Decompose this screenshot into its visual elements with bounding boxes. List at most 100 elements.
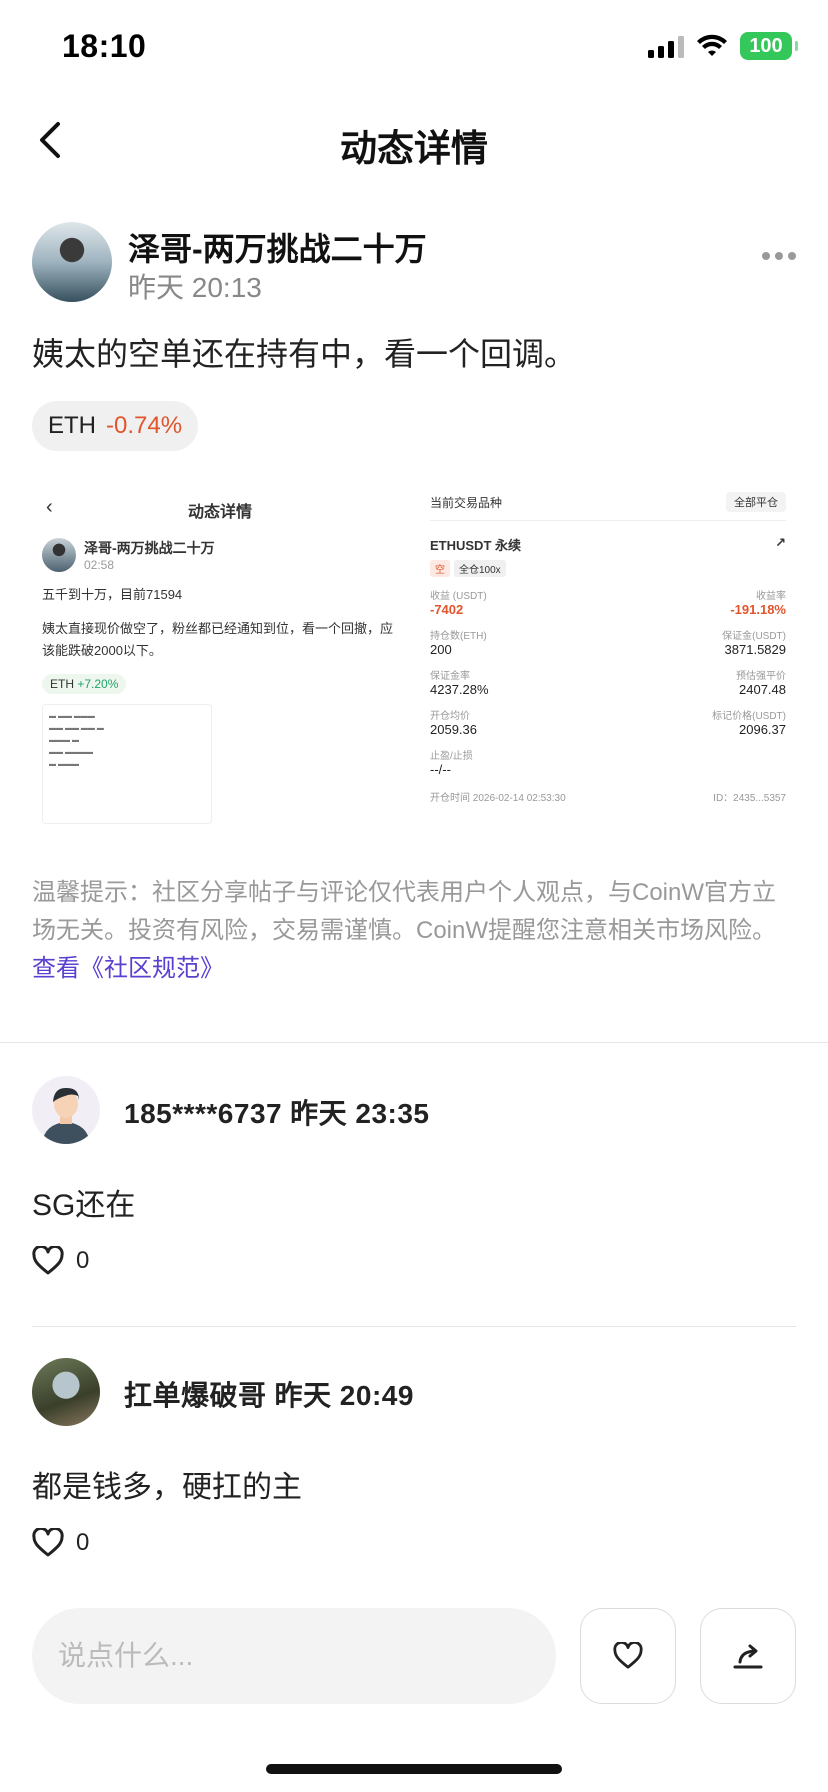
more-dots-icon: [762, 252, 770, 260]
like-post-button[interactable]: [580, 1608, 676, 1704]
coin-tag-symbol: ETH: [48, 411, 96, 439]
image-badges: 空 全仓100x: [430, 560, 786, 577]
author-avatar[interactable]: [32, 222, 112, 302]
share-icon: [733, 1644, 763, 1669]
image-share-icon: ↗: [775, 535, 786, 550]
image-cell: 保证金(USDT) 3871.5829: [608, 627, 786, 657]
heart-icon: [613, 1642, 643, 1669]
more-dot: [788, 252, 796, 260]
coin-tag[interactable]: ETH -0.74%: [32, 400, 199, 451]
heart-icon: [32, 1246, 64, 1275]
image-cell: 标记价格(USDT) 2096.37: [608, 707, 786, 737]
image-position-grid: 收益 (USDT) -7402 收益率 -191.18% 持仓数(ETH) 200 保…: [430, 587, 786, 777]
image-tag-change: +7.20%: [77, 677, 119, 692]
image-cell: 开仓均价 2059.36: [430, 707, 608, 737]
author-name[interactable]: 泽哥-两万挑战二十万: [128, 224, 427, 270]
image-author-name: 泽哥-两万挑战二十万: [84, 540, 215, 556]
image-cell: 止盈/止损 --/--: [430, 747, 608, 777]
comment-item: 185****6737 昨天 23:35 SG还在 0: [32, 1076, 796, 1296]
image-badge-short: 空: [430, 560, 450, 577]
cell-value: 2407.48: [739, 682, 786, 697]
bottom-action-bar: [32, 1608, 796, 1704]
comment-header: 185****6737 昨天 23:35: [124, 1092, 430, 1132]
image-open-time: 开仓时间 2026-02-14 02:53:30: [430, 793, 566, 804]
more-dot: [775, 252, 783, 260]
thumb-line: ▬ ▬▬ ▬▬▬: [49, 713, 95, 721]
user-avatar-icon: [42, 1087, 90, 1144]
image-avatar: [42, 538, 76, 572]
cell-key: 收益率: [756, 591, 786, 602]
image-cell: 预估强平价 2407.48: [608, 667, 786, 697]
image-text-2: 姨太直接现价做空了，粉丝都已经通知到位，看一个回撤，应该能跌破2000以下。: [42, 621, 394, 659]
post-time: 昨天 20:13: [128, 272, 262, 303]
image-author: 泽哥-两万挑战二十万 02:58: [42, 538, 398, 572]
image-cell: 保证金率 4237.28%: [430, 667, 608, 697]
image-tag-coin: ETH: [50, 677, 74, 692]
image-tag: ETH +7.20%: [42, 674, 127, 695]
cell-key: 开仓均价: [430, 711, 470, 722]
comment-time: 昨天 20:49: [274, 1380, 414, 1411]
thumb-line: ▬▬ ▬▬ ▬▬ ▬: [49, 725, 104, 733]
cell-value: -7402: [430, 602, 464, 617]
image-title: 动态详情: [187, 504, 252, 521]
post-author-row: 泽哥-两万挑战二十万 昨天 20:13: [32, 220, 796, 303]
heart-icon: [32, 1528, 64, 1557]
battery-icon: 100: [740, 32, 798, 60]
image-text-1: 五千到十万，目前71594: [42, 587, 183, 602]
share-post-button[interactable]: [700, 1608, 796, 1704]
disclaimer: 温馨提示：社区分享帖子与评论仅代表用户个人观点，与CoinW官方立场无关。投资有…: [32, 874, 796, 988]
home-indicator: [266, 1764, 562, 1774]
status-bar: 18:10 100: [0, 0, 828, 100]
comment-time: 昨天 23:35: [290, 1098, 430, 1129]
nav-bar: 动态详情: [0, 100, 828, 180]
cell-key: 止盈/止损: [430, 751, 473, 762]
page-title: 动态详情: [340, 128, 488, 169]
image-position-header: 当前交易品种 全部平仓: [430, 492, 786, 521]
status-time: 18:10: [62, 28, 147, 64]
comment-text: 都是钱多，硬扛的主: [32, 1471, 302, 1504]
thumb-line: ▬ ▬▬▬: [49, 760, 79, 768]
cell-value: -191.18%: [730, 602, 786, 617]
comment-input[interactable]: [32, 1608, 556, 1704]
comment-like-button[interactable]: 0: [32, 1246, 89, 1276]
comment-like-count: 0: [76, 1529, 90, 1556]
cell-key: 收益 (USDT): [430, 591, 487, 602]
disclaimer-text: 温馨提示：社区分享帖子与评论仅代表用户个人观点，与CoinW官方立场无关。投资有…: [32, 879, 777, 944]
image-author-time: 02:58: [84, 558, 115, 572]
comment-like-count: 0: [76, 1247, 90, 1274]
cell-value: 4237.28%: [430, 682, 489, 697]
section-divider: [0, 1042, 828, 1043]
coin-tag-change: -0.74%: [106, 411, 183, 439]
image-cell: 收益 (USDT) -7402: [430, 587, 608, 617]
thumb-line: ▬▬ ▬▬▬▬: [49, 748, 93, 756]
comment-user[interactable]: 扛单爆破哥: [124, 1380, 267, 1411]
comment-header: 扛单爆破哥 昨天 20:49: [124, 1374, 414, 1414]
cell-value: 3871.5829: [724, 642, 786, 657]
cell-key: 预估强平价: [736, 671, 786, 682]
image-nested-thumbnail: ▬ ▬▬ ▬▬▬ ▬▬ ▬▬ ▬▬ ▬ ▬▬▬ ▬ ▬▬ ▬▬▬▬ ▬ ▬▬▬: [42, 704, 212, 825]
post-image-1[interactable]: ‹ 动态详情 泽哥-两万挑战二十万 02:58 五千到十万，目前71594 姨太…: [32, 482, 408, 856]
community-rules-link[interactable]: 查看《社区规范》: [32, 955, 224, 982]
thumb-line: ▬▬▬ ▬: [49, 737, 79, 745]
image-position-label: 当前交易品种: [430, 495, 503, 510]
comment-user[interactable]: 185****6737: [124, 1098, 282, 1129]
image-badge-leverage: 全仓100x: [454, 560, 506, 577]
cell-value: 200: [430, 642, 452, 657]
image-symbol: ETHUSDT 永续: [430, 538, 522, 553]
cell-key: 保证金(USDT): [722, 631, 786, 642]
image-position-footer: 开仓时间 2026-02-14 02:53:30 ID：2435...5357: [430, 789, 786, 804]
comment-like-button[interactable]: 0: [32, 1528, 89, 1558]
post-text: 姨太的空单还在持有中，看一个回调。: [32, 336, 577, 372]
more-options-button[interactable]: [762, 252, 796, 260]
cell-value: 2096.37: [739, 722, 786, 737]
commenter-avatar[interactable]: [32, 1358, 100, 1426]
image-symbol-row: ETHUSDT 永续 ↗: [430, 535, 786, 554]
status-icons: 100: [648, 32, 798, 60]
cell-value: 2059.36: [430, 722, 477, 737]
post-image-2[interactable]: 当前交易品种 全部平仓 ETHUSDT 永续 ↗ 空 全仓100x 收益 (US…: [420, 482, 796, 856]
comment-item: 扛单爆破哥 昨天 20:49 都是钱多，硬扛的主 0: [32, 1358, 796, 1578]
cell-key: 标记价格(USDT): [712, 711, 786, 722]
cell-key: 保证金率: [430, 671, 470, 682]
comment-divider: [32, 1326, 796, 1327]
commenter-avatar[interactable]: [32, 1076, 100, 1144]
